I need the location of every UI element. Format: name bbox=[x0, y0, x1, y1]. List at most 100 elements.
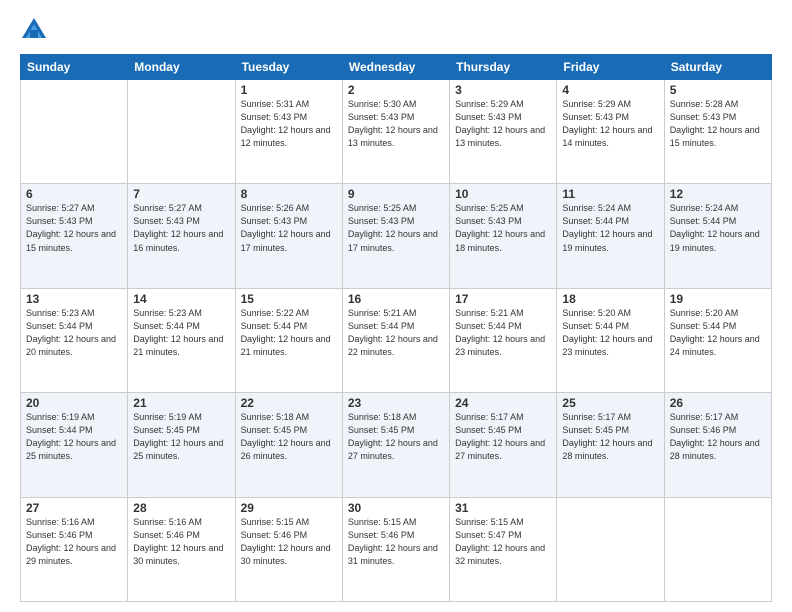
day-number: 18 bbox=[562, 292, 658, 306]
calendar-header-row: SundayMondayTuesdayWednesdayThursdayFrid… bbox=[21, 55, 772, 80]
calendar-cell: 12Sunrise: 5:24 AMSunset: 5:44 PMDayligh… bbox=[664, 184, 771, 288]
day-number: 29 bbox=[241, 501, 337, 515]
calendar-cell: 29Sunrise: 5:15 AMSunset: 5:46 PMDayligh… bbox=[235, 497, 342, 601]
calendar-cell: 23Sunrise: 5:18 AMSunset: 5:45 PMDayligh… bbox=[342, 393, 449, 497]
day-info: Sunrise: 5:29 AMSunset: 5:43 PMDaylight:… bbox=[455, 98, 551, 150]
day-info: Sunrise: 5:24 AMSunset: 5:44 PMDaylight:… bbox=[562, 202, 658, 254]
day-number: 4 bbox=[562, 83, 658, 97]
calendar-cell: 28Sunrise: 5:16 AMSunset: 5:46 PMDayligh… bbox=[128, 497, 235, 601]
calendar-table: SundayMondayTuesdayWednesdayThursdayFrid… bbox=[20, 54, 772, 602]
calendar-week-2: 6 Sunrise: 5:27 AMSunset: 5:43 PMDaylight… bbox=[21, 184, 772, 288]
day-number: 26 bbox=[670, 396, 766, 410]
calendar-cell: 20Sunrise: 5:19 AMSunset: 5:44 PMDayligh… bbox=[21, 393, 128, 497]
day-info: Sunrise: 5:22 AMSunset: 5:44 PMDaylight:… bbox=[241, 307, 337, 359]
calendar-cell bbox=[557, 497, 664, 601]
calendar-cell: 16Sunrise: 5:21 AMSunset: 5:44 PMDayligh… bbox=[342, 288, 449, 392]
day-number: 10 bbox=[455, 187, 551, 201]
logo-icon bbox=[20, 16, 48, 44]
day-number: 1 bbox=[241, 83, 337, 97]
calendar-cell: 5Sunrise: 5:28 AMSunset: 5:43 PMDaylight… bbox=[664, 80, 771, 184]
calendar-week-5: 27Sunrise: 5:16 AMSunset: 5:46 PMDayligh… bbox=[21, 497, 772, 601]
day-number: 3 bbox=[455, 83, 551, 97]
day-number: 25 bbox=[562, 396, 658, 410]
calendar-cell: 17Sunrise: 5:21 AMSunset: 5:44 PMDayligh… bbox=[450, 288, 557, 392]
day-info: Sunrise: 5:15 AMSunset: 5:46 PMDaylight:… bbox=[241, 516, 337, 568]
day-number: 19 bbox=[670, 292, 766, 306]
day-info: Sunrise: 5:18 AMSunset: 5:45 PMDaylight:… bbox=[241, 411, 337, 463]
day-number: 14 bbox=[133, 292, 229, 306]
calendar-cell: 15Sunrise: 5:22 AMSunset: 5:44 PMDayligh… bbox=[235, 288, 342, 392]
header bbox=[20, 16, 772, 44]
day-info: Sunrise: 5:15 AMSunset: 5:47 PMDaylight:… bbox=[455, 516, 551, 568]
day-number: 16 bbox=[348, 292, 444, 306]
day-number: 6 bbox=[26, 187, 122, 201]
day-info: Sunrise: 5:24 AMSunset: 5:44 PMDaylight:… bbox=[670, 202, 766, 254]
calendar-cell: 22Sunrise: 5:18 AMSunset: 5:45 PMDayligh… bbox=[235, 393, 342, 497]
calendar-cell: 9Sunrise: 5:25 AMSunset: 5:43 PMDaylight… bbox=[342, 184, 449, 288]
calendar-cell: 8Sunrise: 5:26 AMSunset: 5:43 PMDaylight… bbox=[235, 184, 342, 288]
calendar-header-thursday: Thursday bbox=[450, 55, 557, 80]
day-info: Sunrise: 5:20 AMSunset: 5:44 PMDaylight:… bbox=[670, 307, 766, 359]
day-number: 5 bbox=[670, 83, 766, 97]
day-info: Sunrise: 5:27 AMSunset: 5:43 PMDaylight:… bbox=[133, 202, 229, 254]
calendar-cell: 4Sunrise: 5:29 AMSunset: 5:43 PMDaylight… bbox=[557, 80, 664, 184]
calendar-cell: 26Sunrise: 5:17 AMSunset: 5:46 PMDayligh… bbox=[664, 393, 771, 497]
day-info: Sunrise: 5:30 AMSunset: 5:43 PMDaylight:… bbox=[348, 98, 444, 150]
day-info: Sunrise: 5:17 AMSunset: 5:45 PMDaylight:… bbox=[562, 411, 658, 463]
day-info: Sunrise: 5:20 AMSunset: 5:44 PMDaylight:… bbox=[562, 307, 658, 359]
calendar-cell: 14Sunrise: 5:23 AMSunset: 5:44 PMDayligh… bbox=[128, 288, 235, 392]
day-info: Sunrise: 5:19 AMSunset: 5:44 PMDaylight:… bbox=[26, 411, 122, 463]
calendar-header-wednesday: Wednesday bbox=[342, 55, 449, 80]
day-number: 8 bbox=[241, 187, 337, 201]
calendar-cell: 13Sunrise: 5:23 AMSunset: 5:44 PMDayligh… bbox=[21, 288, 128, 392]
logo bbox=[20, 16, 52, 44]
day-info: Sunrise: 5:23 AMSunset: 5:44 PMDaylight:… bbox=[26, 307, 122, 359]
calendar-cell: 7Sunrise: 5:27 AMSunset: 5:43 PMDaylight… bbox=[128, 184, 235, 288]
calendar-cell bbox=[664, 497, 771, 601]
calendar-cell: 27Sunrise: 5:16 AMSunset: 5:46 PMDayligh… bbox=[21, 497, 128, 601]
day-number: 28 bbox=[133, 501, 229, 515]
day-number: 11 bbox=[562, 187, 658, 201]
day-info: Sunrise: 5:15 AMSunset: 5:46 PMDaylight:… bbox=[348, 516, 444, 568]
day-info: Sunrise: 5:25 AMSunset: 5:43 PMDaylight:… bbox=[348, 202, 444, 254]
calendar-cell: 11Sunrise: 5:24 AMSunset: 5:44 PMDayligh… bbox=[557, 184, 664, 288]
calendar-cell: 3Sunrise: 5:29 AMSunset: 5:43 PMDaylight… bbox=[450, 80, 557, 184]
calendar-week-1: 1Sunrise: 5:31 AMSunset: 5:43 PMDaylight… bbox=[21, 80, 772, 184]
calendar-cell: 31Sunrise: 5:15 AMSunset: 5:47 PMDayligh… bbox=[450, 497, 557, 601]
day-info: Sunrise: 5:26 AMSunset: 5:43 PMDaylight:… bbox=[241, 202, 337, 254]
calendar-cell: 19Sunrise: 5:20 AMSunset: 5:44 PMDayligh… bbox=[664, 288, 771, 392]
day-number: 30 bbox=[348, 501, 444, 515]
day-info: Sunrise: 5:21 AMSunset: 5:44 PMDaylight:… bbox=[348, 307, 444, 359]
calendar-header-monday: Monday bbox=[128, 55, 235, 80]
day-number: 17 bbox=[455, 292, 551, 306]
day-info: Sunrise: 5:23 AMSunset: 5:44 PMDaylight:… bbox=[133, 307, 229, 359]
calendar-header-sunday: Sunday bbox=[21, 55, 128, 80]
day-number: 9 bbox=[348, 187, 444, 201]
calendar-header-friday: Friday bbox=[557, 55, 664, 80]
day-info: Sunrise: 5:16 AMSunset: 5:46 PMDaylight:… bbox=[26, 516, 122, 568]
calendar-cell: 6Sunrise: 5:27 AMSunset: 5:43 PMDaylight… bbox=[21, 184, 128, 288]
day-number: 12 bbox=[670, 187, 766, 201]
day-info: Sunrise: 5:25 AMSunset: 5:43 PMDaylight:… bbox=[455, 202, 551, 254]
calendar-header-saturday: Saturday bbox=[664, 55, 771, 80]
day-info: Sunrise: 5:18 AMSunset: 5:45 PMDaylight:… bbox=[348, 411, 444, 463]
day-info: Sunrise: 5:31 AMSunset: 5:43 PMDaylight:… bbox=[241, 98, 337, 150]
day-number: 13 bbox=[26, 292, 122, 306]
calendar-cell: 1Sunrise: 5:31 AMSunset: 5:43 PMDaylight… bbox=[235, 80, 342, 184]
calendar-cell bbox=[21, 80, 128, 184]
day-number: 15 bbox=[241, 292, 337, 306]
day-info: Sunrise: 5:19 AMSunset: 5:45 PMDaylight:… bbox=[133, 411, 229, 463]
calendar-cell: 21Sunrise: 5:19 AMSunset: 5:45 PMDayligh… bbox=[128, 393, 235, 497]
day-info: Sunrise: 5:16 AMSunset: 5:46 PMDaylight:… bbox=[133, 516, 229, 568]
calendar-cell: 24Sunrise: 5:17 AMSunset: 5:45 PMDayligh… bbox=[450, 393, 557, 497]
calendar-cell: 25Sunrise: 5:17 AMSunset: 5:45 PMDayligh… bbox=[557, 393, 664, 497]
day-info: Sunrise: 5:17 AMSunset: 5:46 PMDaylight:… bbox=[670, 411, 766, 463]
calendar-cell: 18Sunrise: 5:20 AMSunset: 5:44 PMDayligh… bbox=[557, 288, 664, 392]
day-number: 27 bbox=[26, 501, 122, 515]
calendar-cell: 2Sunrise: 5:30 AMSunset: 5:43 PMDaylight… bbox=[342, 80, 449, 184]
page: SundayMondayTuesdayWednesdayThursdayFrid… bbox=[0, 0, 792, 612]
day-number: 7 bbox=[133, 187, 229, 201]
day-number: 21 bbox=[133, 396, 229, 410]
calendar-cell: 10Sunrise: 5:25 AMSunset: 5:43 PMDayligh… bbox=[450, 184, 557, 288]
day-info: Sunrise: 5:21 AMSunset: 5:44 PMDaylight:… bbox=[455, 307, 551, 359]
